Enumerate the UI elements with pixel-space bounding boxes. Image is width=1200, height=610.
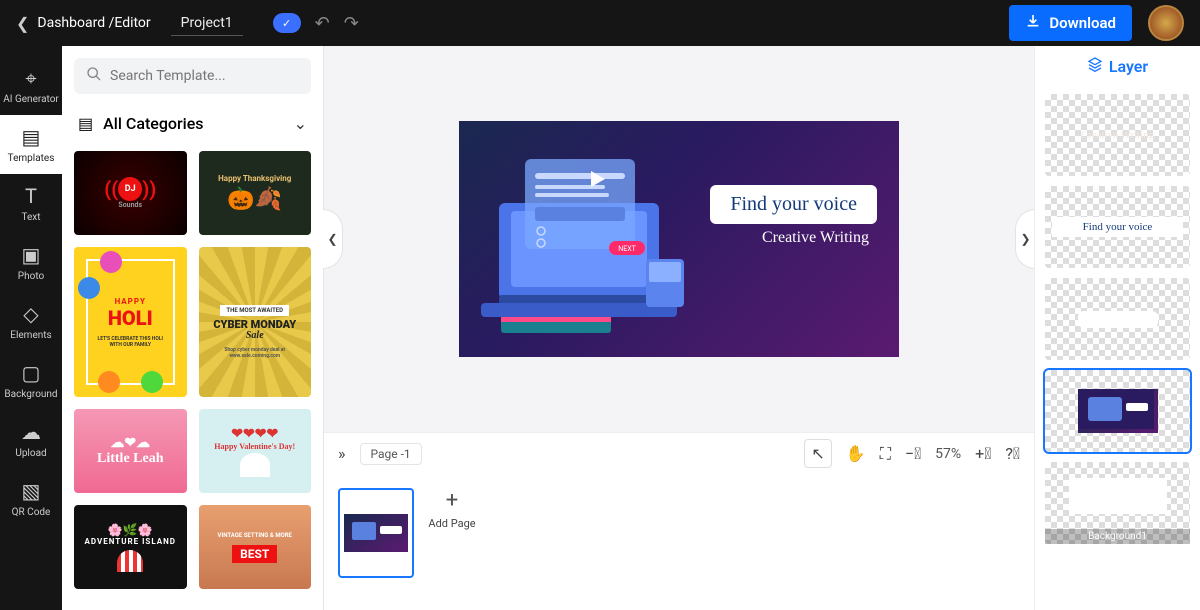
download-label: Download xyxy=(1049,14,1116,32)
project-name-input[interactable]: Project1 xyxy=(171,11,243,36)
breadcrumb[interactable]: ❮ Dashboard /Editor xyxy=(16,14,151,33)
top-bar: ❮ Dashboard /Editor Project1 ✓ ↶ ↷ Downl… xyxy=(0,0,1200,46)
template-thumb[interactable]: HAPPY HOLI LET'S CELEBRATE THIS HOLIWITH… xyxy=(74,247,187,397)
template-thumb[interactable]: ☁❤☁ Little Leah xyxy=(74,409,187,493)
design-canvas[interactable]: NEXT Find your voice Creative Writing xyxy=(459,121,899,357)
template-thumb[interactable]: 🌸🌿🌸 ADVENTURE ISLAND xyxy=(74,505,187,589)
svg-text:NEXT: NEXT xyxy=(618,245,636,253)
layers-panel: Layer Creative Writing Find your voice B… xyxy=(1034,46,1200,610)
pages-strip: + Add Page xyxy=(324,474,1034,610)
layers-icon xyxy=(1087,56,1103,76)
plus-icon: + xyxy=(446,488,458,513)
rail-elements[interactable]: ◇Elements xyxy=(0,292,62,351)
categories-icon: ▤ xyxy=(78,114,93,133)
layer-item[interactable]: Background1 xyxy=(1045,462,1190,544)
editor-center: ❮ ❯ NEXT xyxy=(324,46,1034,610)
rail-upload[interactable]: ☁Upload xyxy=(0,410,62,469)
layers-title[interactable]: Layer xyxy=(1035,46,1200,86)
cursor-tool-icon[interactable]: ↖ xyxy=(804,439,831,468)
layer-item[interactable] xyxy=(1045,278,1190,360)
layers-list: Creative Writing Find your voice Backgro… xyxy=(1035,86,1200,610)
photo-icon: ▣ xyxy=(22,243,41,267)
canvas-illustration: NEXT xyxy=(471,131,701,346)
back-icon: ❮ xyxy=(16,14,29,33)
rail-qr-code[interactable]: ▧QR Code xyxy=(0,469,62,528)
rail-photo[interactable]: ▣Photo xyxy=(0,233,62,292)
ai-icon: ⌖ xyxy=(25,66,36,90)
page-thumbnail[interactable] xyxy=(338,488,414,578)
canvas-headline: Find your voice xyxy=(730,193,857,216)
layer-item[interactable] xyxy=(1045,370,1190,452)
zoom-in-icon[interactable]: +⃝ xyxy=(975,444,991,463)
categories-label: All Categories xyxy=(103,114,203,133)
background-icon: ▢ xyxy=(22,361,41,385)
left-rail: ⌖AI Generator ▤Templates TText ▣Photo ◇E… xyxy=(0,46,62,610)
breadcrumb-path: Dashboard /Editor xyxy=(37,15,150,31)
template-thumb[interactable]: VINTAGE SETTING & MORE BEST xyxy=(199,505,312,589)
templates-panel: ▤ All Categories ⌄ ((DJ)) Sounds Happy T… xyxy=(62,46,324,610)
templates-icon: ▤ xyxy=(22,125,41,149)
rail-templates[interactable]: ▤Templates xyxy=(0,115,62,174)
search-icon xyxy=(86,66,102,86)
rail-text[interactable]: TText xyxy=(0,174,62,233)
canvas-headline-box[interactable]: Find your voice xyxy=(710,185,877,224)
fullscreen-icon[interactable]: ⛶ xyxy=(880,444,891,464)
canvas-toolbar: » Page -1 ↖ ✋ ⛶ −⃝ 57% +⃝ ?⃝ xyxy=(324,432,1034,474)
search-input-wrap[interactable] xyxy=(74,58,311,94)
zoom-level[interactable]: 57% xyxy=(935,446,961,462)
download-icon xyxy=(1025,13,1041,33)
layer-item[interactable]: Creative Writing xyxy=(1045,94,1190,176)
elements-icon: ◇ xyxy=(23,302,38,326)
chevron-down-icon: ⌄ xyxy=(294,114,307,133)
search-input[interactable] xyxy=(110,68,299,84)
categories-dropdown[interactable]: ▤ All Categories ⌄ xyxy=(74,108,311,139)
canvas-subline[interactable]: Creative Writing xyxy=(762,229,869,247)
qrcode-icon: ▧ xyxy=(22,479,41,503)
redo-icon[interactable]: ↷ xyxy=(344,13,359,34)
collapse-right-button[interactable]: ❯ xyxy=(1015,209,1035,269)
download-button[interactable]: Download xyxy=(1009,5,1132,41)
template-thumb[interactable]: ((DJ)) Sounds xyxy=(74,151,187,235)
rail-background[interactable]: ▢Background xyxy=(0,351,62,410)
rail-ai-generator[interactable]: ⌖AI Generator xyxy=(0,56,62,115)
upload-icon: ☁ xyxy=(21,420,41,444)
add-page-label: Add Page xyxy=(428,517,475,530)
layer-item[interactable]: Find your voice xyxy=(1045,186,1190,268)
collapse-left-button[interactable]: ❮ xyxy=(323,209,343,269)
hand-tool-icon[interactable]: ✋ xyxy=(846,444,866,463)
template-grid: ((DJ)) Sounds Happy Thanksgiving 🎃🍂 HAPP… xyxy=(74,151,311,589)
autosave-check-icon: ✓ xyxy=(273,13,301,33)
avatar[interactable] xyxy=(1148,5,1184,41)
help-icon[interactable]: ?⃝ xyxy=(1005,444,1020,463)
text-icon: T xyxy=(25,184,37,208)
page-indicator[interactable]: Page -1 xyxy=(360,443,422,465)
zoom-out-icon[interactable]: −⃝ xyxy=(905,444,921,463)
collapse-pages-icon[interactable]: » xyxy=(338,444,346,463)
template-thumb[interactable]: THE MOST AWAITED CYBER MONDAY Sale Shop … xyxy=(199,247,312,397)
template-thumb[interactable]: Happy Thanksgiving 🎃🍂 xyxy=(199,151,312,235)
add-page-button[interactable]: + Add Page xyxy=(424,488,480,530)
canvas-area[interactable]: ❮ ❯ NEXT xyxy=(324,46,1034,432)
template-thumb[interactable]: ❤❤❤❤ Happy Valentine's Day! xyxy=(199,409,312,493)
undo-icon[interactable]: ↶ xyxy=(315,13,330,34)
page-thumbnail-preview xyxy=(344,514,408,552)
